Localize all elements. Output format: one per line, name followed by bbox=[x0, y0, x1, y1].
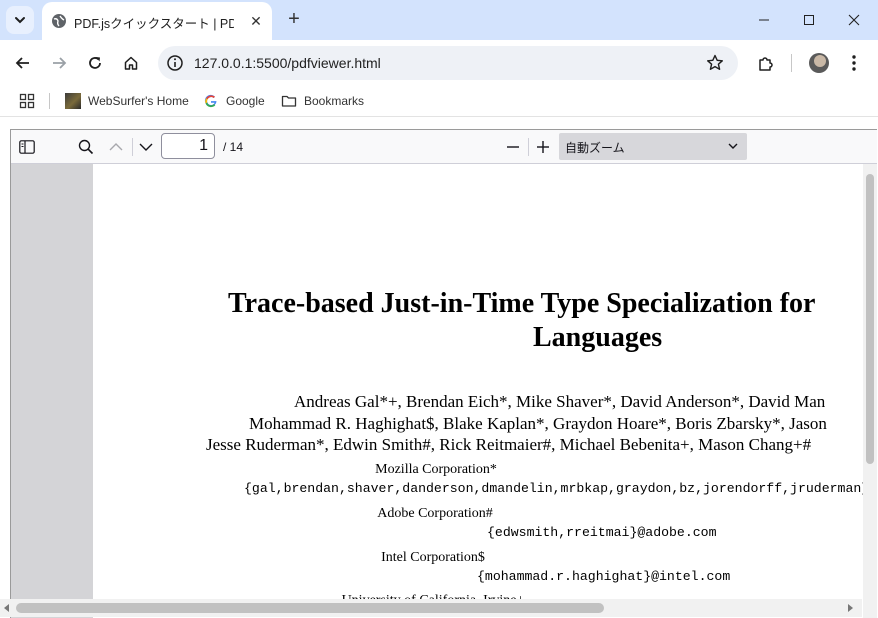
bookmarks-divider bbox=[49, 93, 50, 109]
bookmark-star-icon[interactable] bbox=[705, 53, 725, 73]
affiliation-email: {edwsmith,rreitmai}@adobe.com bbox=[487, 525, 717, 540]
sidebar-toggle-button[interactable] bbox=[17, 137, 37, 157]
close-window-button[interactable] bbox=[842, 8, 866, 32]
globe-icon bbox=[52, 14, 66, 28]
affiliation-email: {gal,brendan,shaver,danderson,dmandelin,… bbox=[244, 481, 863, 496]
zoom-in-button[interactable] bbox=[533, 137, 553, 157]
vertical-scroll-thumb[interactable] bbox=[866, 174, 874, 464]
paper-title-line2: Languages bbox=[533, 322, 663, 353]
search-icon bbox=[78, 139, 94, 155]
pdf-toolbar: 1 / 14 自動ズーム bbox=[11, 130, 877, 164]
site-info-icon[interactable] bbox=[165, 53, 185, 73]
websurfer-favicon bbox=[65, 93, 81, 109]
page-number-input[interactable]: 1 bbox=[161, 133, 215, 159]
new-tab-button[interactable]: + bbox=[283, 9, 305, 31]
bookmarks-bar: WebSurfer's Home Google Bookmarks bbox=[0, 86, 878, 117]
arrow-left-icon bbox=[15, 57, 29, 69]
zoom-select[interactable]: 自動ズーム bbox=[559, 133, 747, 160]
affiliation-email: {mohammad.r.haghighat}@intel.com bbox=[477, 569, 731, 584]
pdf-page: Trace-based Just-in-Time Type Specializa… bbox=[93, 164, 863, 618]
bookmark-label: WebSurfer's Home bbox=[88, 94, 189, 108]
more-vertical-icon bbox=[852, 55, 856, 71]
horizontal-scrollbar[interactable] bbox=[0, 599, 862, 617]
folder-icon bbox=[281, 93, 297, 109]
plus-icon bbox=[537, 141, 549, 153]
toolbar-separator bbox=[528, 138, 529, 156]
arrow-right-icon bbox=[53, 57, 67, 69]
authors-line1: Andreas Gal*+, Brendan Eich*, Mike Shave… bbox=[294, 392, 826, 411]
forward-button[interactable] bbox=[45, 49, 73, 77]
bookmark-websurfer-home[interactable]: WebSurfer's Home bbox=[65, 92, 189, 110]
affiliation-org: Adobe Corporation# bbox=[377, 506, 493, 521]
menu-button[interactable] bbox=[840, 49, 868, 77]
next-page-button[interactable] bbox=[136, 137, 156, 157]
previous-page-button[interactable] bbox=[106, 137, 126, 157]
maximize-button[interactable] bbox=[797, 8, 821, 32]
chevron-up-icon bbox=[109, 143, 123, 151]
bookmark-folder[interactable]: Bookmarks bbox=[281, 92, 364, 110]
address-bar[interactable]: 127.0.0.1:5500/pdfviewer.html bbox=[158, 46, 738, 80]
tab-search-button[interactable] bbox=[6, 6, 34, 34]
url-text: 127.0.0.1:5500/pdfviewer.html bbox=[194, 55, 381, 71]
google-g-icon bbox=[203, 93, 219, 109]
chevron-down-icon bbox=[139, 143, 153, 151]
apps-icon[interactable] bbox=[19, 93, 35, 109]
browser-toolbar: 127.0.0.1:5500/pdfviewer.html bbox=[0, 40, 878, 86]
close-tab-icon[interactable]: ✕ bbox=[247, 12, 265, 30]
reload-icon bbox=[89, 57, 101, 69]
zoom-out-button[interactable] bbox=[503, 137, 523, 157]
avatar-face bbox=[814, 55, 826, 67]
back-button[interactable] bbox=[9, 49, 37, 77]
toolbar-divider bbox=[791, 54, 792, 72]
bookmark-label: Google bbox=[226, 94, 265, 108]
browser-tab[interactable]: PDF.jsクイックスタート | PDFビューワー ✕ bbox=[42, 2, 272, 40]
affiliation-org: Mozilla Corporation* bbox=[375, 462, 497, 477]
scroll-left-icon[interactable] bbox=[4, 604, 10, 612]
minimize-button[interactable] bbox=[752, 8, 776, 32]
pdf-viewer: 1 / 14 自動ズーム Trace-based Just-in-Time Ty… bbox=[10, 129, 877, 618]
paper-title-line1: Trace-based Just-in-Time Type Specializa… bbox=[228, 288, 816, 319]
affiliation-org: Intel Corporation$ bbox=[381, 550, 485, 565]
close-icon bbox=[848, 14, 860, 26]
zoom-value: 自動ズーム bbox=[565, 141, 625, 155]
viewer-background-left bbox=[11, 164, 93, 618]
toolbar-separator bbox=[132, 138, 133, 156]
maximize-icon bbox=[804, 15, 814, 25]
minimize-icon bbox=[759, 19, 769, 21]
tab-title: PDF.jsクイックスタート | PDFビューワー bbox=[74, 17, 234, 31]
home-icon bbox=[124, 56, 138, 70]
chevron-down-icon bbox=[728, 143, 738, 149]
find-button[interactable] bbox=[76, 137, 96, 157]
extensions-button[interactable] bbox=[752, 49, 780, 77]
home-button[interactable] bbox=[117, 49, 145, 77]
horizontal-scroll-thumb[interactable] bbox=[16, 603, 604, 613]
authors-line2: Mohammad R. Haghighat$, Blake Kaplan*, G… bbox=[249, 414, 827, 433]
minus-icon bbox=[507, 146, 519, 148]
title-bar: PDF.jsクイックスタート | PDFビューワー ✕ + bbox=[0, 0, 878, 40]
bookmark-google[interactable]: Google bbox=[203, 92, 265, 110]
sidebar-icon bbox=[19, 140, 35, 154]
vertical-scrollbar[interactable] bbox=[863, 164, 877, 618]
profile-avatar[interactable] bbox=[809, 53, 829, 73]
puzzle-icon bbox=[759, 57, 773, 71]
authors-line3: Jesse Ruderman*, Edwin Smith#, Rick Reit… bbox=[206, 435, 812, 454]
page-count: / 14 bbox=[223, 140, 244, 154]
bookmark-label: Bookmarks bbox=[304, 94, 365, 108]
chevron-down-icon bbox=[15, 17, 25, 24]
reload-button[interactable] bbox=[81, 49, 109, 77]
scroll-right-icon[interactable] bbox=[848, 604, 854, 612]
